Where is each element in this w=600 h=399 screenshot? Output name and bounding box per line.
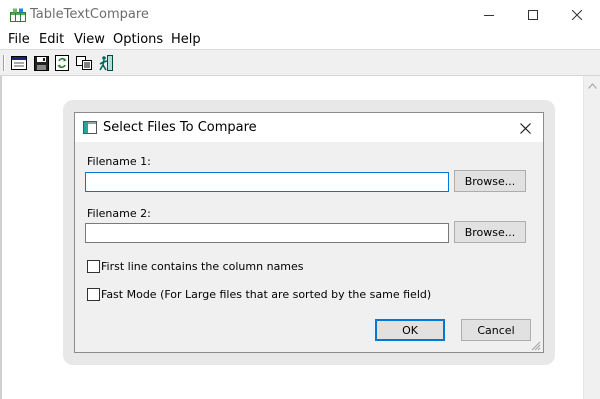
- toolbar-grip[interactable]: [3, 55, 5, 71]
- menu-help[interactable]: Help: [171, 32, 201, 47]
- app-icon: [10, 8, 26, 22]
- browse2-button[interactable]: Browse...: [454, 221, 526, 243]
- menu-options[interactable]: Options: [113, 32, 163, 47]
- cancel-button[interactable]: Cancel: [461, 319, 531, 341]
- save-icon: [33, 55, 49, 71]
- dialog-titlebar[interactable]: Select Files To Compare: [75, 113, 543, 142]
- menu-edit[interactable]: Edit: [39, 32, 64, 47]
- chevron-up-icon: [588, 83, 597, 89]
- close-icon: [519, 122, 531, 134]
- dialog-app-icon: [83, 121, 97, 134]
- menu-bar: File Edit View Options Help: [0, 30, 600, 49]
- filename2-input[interactable]: [85, 223, 449, 243]
- filename1-label: Filename 1:: [87, 155, 151, 168]
- refresh-compare-icon: [55, 55, 69, 71]
- client-border: [0, 76, 2, 399]
- first-line-checkbox[interactable]: [87, 260, 100, 273]
- refresh-compare-button[interactable]: [52, 53, 72, 73]
- filename2-label: Filename 2:: [87, 207, 151, 220]
- select-files-dialog: Select Files To Compare Filename 1: Brow…: [74, 112, 544, 353]
- maximize-icon: [528, 10, 538, 20]
- close-button[interactable]: [554, 0, 600, 30]
- menu-file[interactable]: File: [8, 32, 30, 47]
- resize-grip-icon[interactable]: [529, 339, 541, 351]
- close-icon: [572, 10, 582, 20]
- ok-button[interactable]: OK: [375, 319, 445, 341]
- scroll-up-button[interactable]: [584, 80, 600, 92]
- app-title: TableTextCompare: [30, 7, 149, 22]
- save-button[interactable]: [31, 53, 51, 73]
- browse1-button[interactable]: Browse...: [454, 170, 526, 192]
- window-titlebar: TableTextCompare: [0, 0, 600, 30]
- dialog-title: Select Files To Compare: [103, 120, 257, 135]
- open-window-button[interactable]: [9, 53, 29, 73]
- fast-mode-label[interactable]: Fast Mode (For Large files that are sort…: [101, 288, 431, 301]
- minimize-button[interactable]: [466, 0, 512, 30]
- fast-mode-checkbox[interactable]: [87, 288, 100, 301]
- filename1-input[interactable]: [85, 172, 449, 192]
- first-line-label[interactable]: First line contains the column names: [101, 260, 304, 273]
- exit-icon: [99, 55, 113, 71]
- exit-button[interactable]: [96, 53, 116, 73]
- menu-view[interactable]: View: [74, 32, 105, 47]
- vertical-scrollbar[interactable]: [583, 76, 600, 399]
- minimize-icon: [484, 15, 494, 16]
- copy-icon: [76, 56, 92, 70]
- copy-button[interactable]: [74, 53, 94, 73]
- toolbar: [0, 49, 600, 76]
- dialog-close-button[interactable]: [515, 118, 535, 138]
- maximize-button[interactable]: [510, 0, 556, 30]
- open-window-icon: [11, 56, 27, 70]
